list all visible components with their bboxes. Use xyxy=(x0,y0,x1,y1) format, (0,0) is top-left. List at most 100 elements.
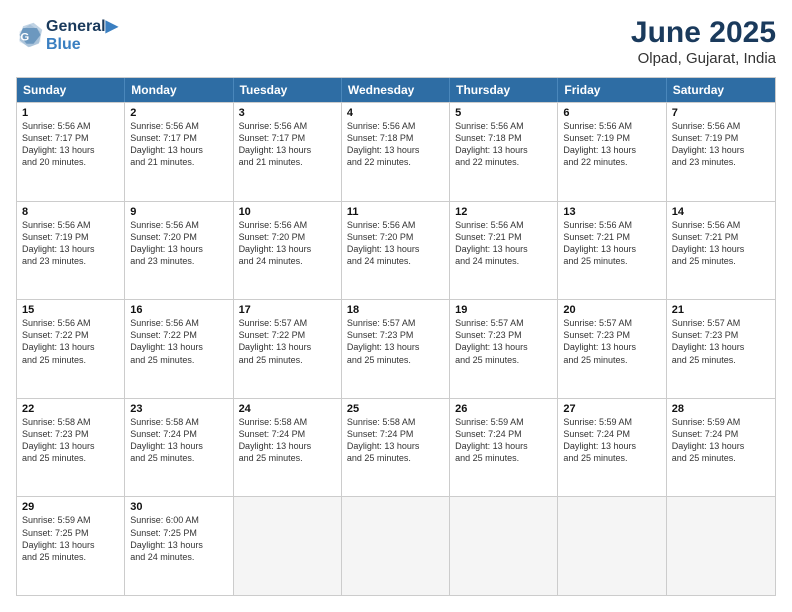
cell-20: 20 Sunrise: 5:57 AMSunset: 7:23 PMDaylig… xyxy=(558,300,666,398)
cell-info: Sunrise: 5:59 AMSunset: 7:24 PMDaylight:… xyxy=(455,416,552,465)
logo-text: General▶ Blue xyxy=(46,16,118,54)
cal-row-4: 22 Sunrise: 5:58 AMSunset: 7:23 PMDaylig… xyxy=(17,398,775,497)
cell-19: 19 Sunrise: 5:57 AMSunset: 7:23 PMDaylig… xyxy=(450,300,558,398)
cell-info: Sunrise: 5:58 AMSunset: 7:24 PMDaylight:… xyxy=(130,416,227,465)
cell-16: 16 Sunrise: 5:56 AMSunset: 7:22 PMDaylig… xyxy=(125,300,233,398)
day-num: 11 xyxy=(347,206,444,218)
cell-10: 10 Sunrise: 5:56 AMSunset: 7:20 PMDaylig… xyxy=(234,202,342,300)
logo-icon: G xyxy=(16,21,44,49)
day-num: 21 xyxy=(672,304,770,316)
header-tuesday: Tuesday xyxy=(234,78,342,102)
day-num: 5 xyxy=(455,107,552,119)
cell-14: 14 Sunrise: 5:56 AMSunset: 7:21 PMDaylig… xyxy=(667,202,775,300)
logo: G General▶ Blue xyxy=(16,16,118,54)
header-saturday: Saturday xyxy=(667,78,775,102)
cell-26: 26 Sunrise: 5:59 AMSunset: 7:24 PMDaylig… xyxy=(450,399,558,497)
cell-info: Sunrise: 6:00 AMSunset: 7:25 PMDaylight:… xyxy=(130,514,227,563)
cell-2: 2 Sunrise: 5:56 AMSunset: 7:17 PMDayligh… xyxy=(125,103,233,201)
cell-5: 5 Sunrise: 5:56 AMSunset: 7:18 PMDayligh… xyxy=(450,103,558,201)
day-num: 26 xyxy=(455,403,552,415)
cell-3: 3 Sunrise: 5:56 AMSunset: 7:17 PMDayligh… xyxy=(234,103,342,201)
cell-info: Sunrise: 5:56 AMSunset: 7:17 PMDaylight:… xyxy=(239,120,336,169)
cell-17: 17 Sunrise: 5:57 AMSunset: 7:22 PMDaylig… xyxy=(234,300,342,398)
cal-row-3: 15 Sunrise: 5:56 AMSunset: 7:22 PMDaylig… xyxy=(17,299,775,398)
cell-12: 12 Sunrise: 5:56 AMSunset: 7:21 PMDaylig… xyxy=(450,202,558,300)
cell-11: 11 Sunrise: 5:56 AMSunset: 7:20 PMDaylig… xyxy=(342,202,450,300)
cell-1: 1 Sunrise: 5:56 AMSunset: 7:17 PMDayligh… xyxy=(17,103,125,201)
cal-row-5: 29 Sunrise: 5:59 AMSunset: 7:25 PMDaylig… xyxy=(17,496,775,595)
cell-empty-4 xyxy=(558,497,666,595)
cell-info: Sunrise: 5:56 AMSunset: 7:20 PMDaylight:… xyxy=(239,219,336,268)
cell-empty-2 xyxy=(342,497,450,595)
day-num: 24 xyxy=(239,403,336,415)
cal-row-1: 1 Sunrise: 5:56 AMSunset: 7:17 PMDayligh… xyxy=(17,102,775,201)
page: G General▶ Blue June 2025 Olpad, Gujarat… xyxy=(0,0,792,612)
cell-22: 22 Sunrise: 5:58 AMSunset: 7:23 PMDaylig… xyxy=(17,399,125,497)
cell-18: 18 Sunrise: 5:57 AMSunset: 7:23 PMDaylig… xyxy=(342,300,450,398)
cell-empty-3 xyxy=(450,497,558,595)
cell-info: Sunrise: 5:59 AMSunset: 7:24 PMDaylight:… xyxy=(672,416,770,465)
cell-info: Sunrise: 5:56 AMSunset: 7:18 PMDaylight:… xyxy=(455,120,552,169)
calendar: Sunday Monday Tuesday Wednesday Thursday… xyxy=(16,77,776,596)
day-num: 30 xyxy=(130,501,227,513)
cell-info: Sunrise: 5:58 AMSunset: 7:24 PMDaylight:… xyxy=(347,416,444,465)
cell-info: Sunrise: 5:56 AMSunset: 7:19 PMDaylight:… xyxy=(672,120,770,169)
day-num: 28 xyxy=(672,403,770,415)
cell-info: Sunrise: 5:57 AMSunset: 7:23 PMDaylight:… xyxy=(563,317,660,366)
day-num: 22 xyxy=(22,403,119,415)
day-num: 19 xyxy=(455,304,552,316)
header-wednesday: Wednesday xyxy=(342,78,450,102)
day-num: 10 xyxy=(239,206,336,218)
day-num: 25 xyxy=(347,403,444,415)
cell-info: Sunrise: 5:56 AMSunset: 7:17 PMDaylight:… xyxy=(130,120,227,169)
day-num: 23 xyxy=(130,403,227,415)
cell-info: Sunrise: 5:59 AMSunset: 7:24 PMDaylight:… xyxy=(563,416,660,465)
cell-21: 21 Sunrise: 5:57 AMSunset: 7:23 PMDaylig… xyxy=(667,300,775,398)
cell-info: Sunrise: 5:57 AMSunset: 7:22 PMDaylight:… xyxy=(239,317,336,366)
day-num: 29 xyxy=(22,501,119,513)
cell-info: Sunrise: 5:56 AMSunset: 7:17 PMDaylight:… xyxy=(22,120,119,169)
cell-info: Sunrise: 5:59 AMSunset: 7:25 PMDaylight:… xyxy=(22,514,119,563)
cell-27: 27 Sunrise: 5:59 AMSunset: 7:24 PMDaylig… xyxy=(558,399,666,497)
cell-empty-1 xyxy=(234,497,342,595)
cell-info: Sunrise: 5:56 AMSunset: 7:20 PMDaylight:… xyxy=(347,219,444,268)
main-title: June 2025 xyxy=(631,16,776,50)
day-num: 6 xyxy=(563,107,660,119)
title-block: June 2025 Olpad, Gujarat, India xyxy=(631,16,776,67)
day-num: 9 xyxy=(130,206,227,218)
day-num: 3 xyxy=(239,107,336,119)
cell-info: Sunrise: 5:58 AMSunset: 7:24 PMDaylight:… xyxy=(239,416,336,465)
cell-info: Sunrise: 5:57 AMSunset: 7:23 PMDaylight:… xyxy=(455,317,552,366)
svg-text:G: G xyxy=(20,31,29,43)
day-num: 27 xyxy=(563,403,660,415)
cell-23: 23 Sunrise: 5:58 AMSunset: 7:24 PMDaylig… xyxy=(125,399,233,497)
cell-25: 25 Sunrise: 5:58 AMSunset: 7:24 PMDaylig… xyxy=(342,399,450,497)
cell-info: Sunrise: 5:56 AMSunset: 7:19 PMDaylight:… xyxy=(22,219,119,268)
cell-empty-5 xyxy=(667,497,775,595)
header: G General▶ Blue June 2025 Olpad, Gujarat… xyxy=(16,16,776,67)
day-num: 15 xyxy=(22,304,119,316)
cell-7: 7 Sunrise: 5:56 AMSunset: 7:19 PMDayligh… xyxy=(667,103,775,201)
cal-row-2: 8 Sunrise: 5:56 AMSunset: 7:19 PMDayligh… xyxy=(17,201,775,300)
day-num: 1 xyxy=(22,107,119,119)
header-sunday: Sunday xyxy=(17,78,125,102)
day-num: 4 xyxy=(347,107,444,119)
cell-8: 8 Sunrise: 5:56 AMSunset: 7:19 PMDayligh… xyxy=(17,202,125,300)
cell-info: Sunrise: 5:56 AMSunset: 7:21 PMDaylight:… xyxy=(455,219,552,268)
cell-9: 9 Sunrise: 5:56 AMSunset: 7:20 PMDayligh… xyxy=(125,202,233,300)
cell-info: Sunrise: 5:56 AMSunset: 7:21 PMDaylight:… xyxy=(672,219,770,268)
calendar-body: 1 Sunrise: 5:56 AMSunset: 7:17 PMDayligh… xyxy=(17,102,775,595)
cell-info: Sunrise: 5:56 AMSunset: 7:19 PMDaylight:… xyxy=(563,120,660,169)
day-num: 17 xyxy=(239,304,336,316)
cell-info: Sunrise: 5:56 AMSunset: 7:18 PMDaylight:… xyxy=(347,120,444,169)
day-num: 13 xyxy=(563,206,660,218)
day-num: 12 xyxy=(455,206,552,218)
day-num: 18 xyxy=(347,304,444,316)
header-monday: Monday xyxy=(125,78,233,102)
cell-info: Sunrise: 5:56 AMSunset: 7:21 PMDaylight:… xyxy=(563,219,660,268)
day-num: 8 xyxy=(22,206,119,218)
cell-info: Sunrise: 5:56 AMSunset: 7:22 PMDaylight:… xyxy=(130,317,227,366)
day-num: 20 xyxy=(563,304,660,316)
cell-info: Sunrise: 5:58 AMSunset: 7:23 PMDaylight:… xyxy=(22,416,119,465)
cell-28: 28 Sunrise: 5:59 AMSunset: 7:24 PMDaylig… xyxy=(667,399,775,497)
